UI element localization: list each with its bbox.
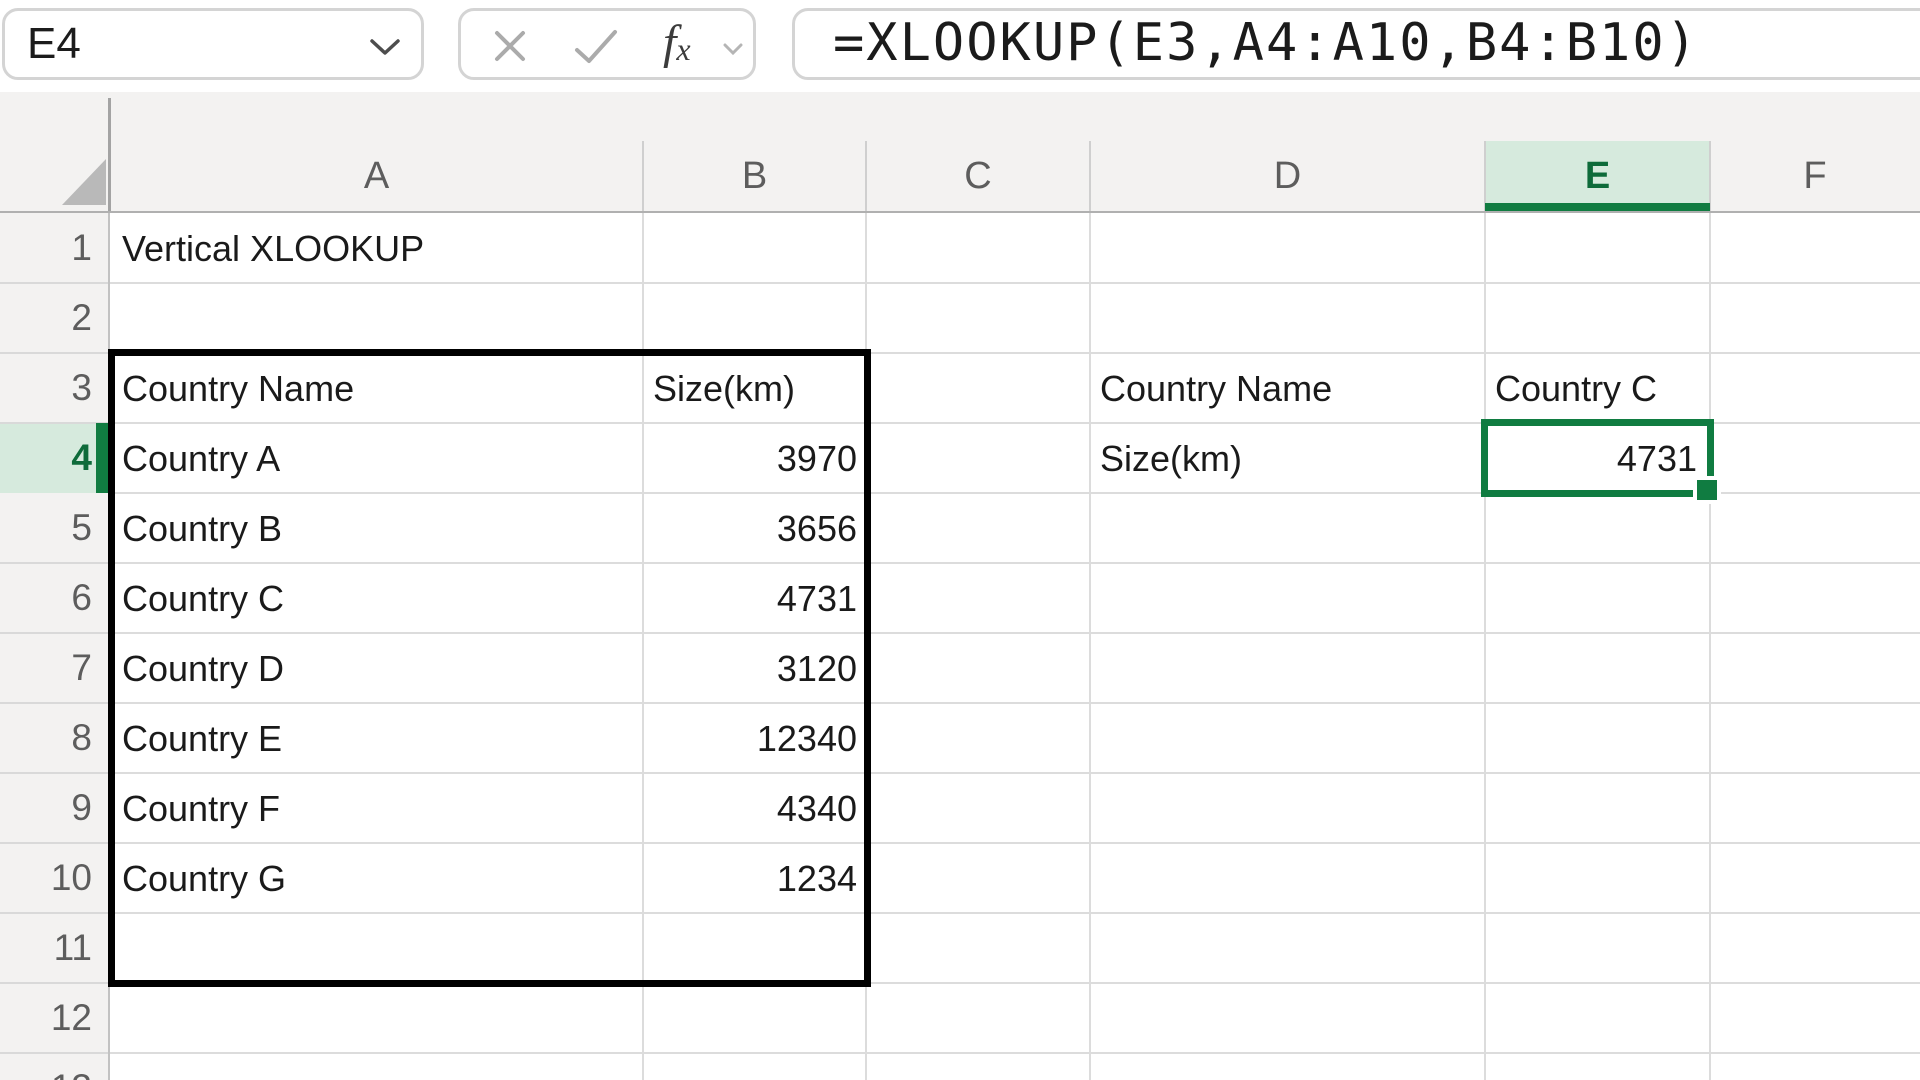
cancel-icon[interactable] — [491, 27, 529, 65]
gridline — [0, 912, 1920, 914]
cell-b7[interactable]: 3120 — [643, 633, 857, 703]
select-all-triangle[interactable] — [62, 159, 106, 205]
column-header-c[interactable]: C — [866, 141, 1090, 211]
gridline — [865, 213, 867, 1080]
column-header-b[interactable]: B — [643, 141, 866, 211]
cell-a3[interactable]: Country Name — [122, 353, 354, 423]
row-header-6[interactable]: 6 — [0, 563, 92, 633]
gridline — [0, 842, 1920, 844]
row-header-12[interactable]: 12 — [0, 983, 92, 1053]
cell-b9[interactable]: 4340 — [643, 773, 857, 843]
cell-b6[interactable]: 4731 — [643, 563, 857, 633]
formula-buttons: fx — [458, 8, 756, 80]
cell-a6[interactable]: Country C — [122, 563, 284, 633]
fill-handle[interactable] — [1693, 476, 1721, 504]
row-header-11[interactable]: 11 — [0, 913, 92, 983]
row-header-10[interactable]: 10 — [0, 843, 92, 913]
header-separator — [1484, 141, 1486, 211]
formula-bar-input[interactable]: =XLOOKUP(E3,A4:A10,B4:B10) — [792, 8, 1920, 80]
header-separator — [865, 141, 867, 211]
row-header-4[interactable]: 4 — [0, 423, 92, 493]
active-cell-selection[interactable] — [1481, 419, 1714, 497]
gridline — [0, 632, 1920, 634]
name-box[interactable]: E4 — [2, 8, 424, 80]
spreadsheet-grid: 1 2 3 4 5 6 7 8 9 10 11 12 13 Vertical X… — [0, 213, 1920, 1080]
name-box-value: E4 — [27, 11, 81, 77]
column-header-e[interactable]: E — [1485, 141, 1710, 211]
formula-text: =XLOOKUP(E3,A4:A10,B4:B10) — [833, 11, 1699, 75]
column-header-d[interactable]: D — [1090, 141, 1485, 211]
cell-b3[interactable]: Size(km) — [653, 353, 795, 423]
formula-toolbar: E4 fx =XLOOKUP(E3,A4:A10,B4:B10) — [0, 0, 1920, 92]
row-header-9[interactable]: 9 — [0, 773, 92, 843]
row-header-1[interactable]: 1 — [0, 213, 92, 283]
cell-d4[interactable]: Size(km) — [1100, 423, 1242, 493]
cell-e3[interactable]: Country C — [1495, 353, 1657, 423]
row-header-divider — [108, 98, 111, 211]
active-row-bar — [96, 423, 108, 493]
cell-b5[interactable]: 3656 — [643, 493, 857, 563]
gridline — [0, 1052, 1920, 1054]
row-header-8[interactable]: 8 — [0, 703, 92, 773]
row-header-5[interactable]: 5 — [0, 493, 92, 563]
cell-a7[interactable]: Country D — [122, 633, 284, 703]
enter-check-icon[interactable] — [573, 29, 619, 65]
gridline — [1484, 213, 1486, 1080]
gridline — [0, 562, 1920, 564]
row-header-3[interactable]: 3 — [0, 353, 92, 423]
chevron-down-icon[interactable] — [369, 39, 401, 57]
header-separator — [1089, 141, 1091, 211]
cell-a8[interactable]: Country E — [122, 703, 282, 773]
gridline — [0, 982, 1920, 984]
gridline — [1709, 213, 1711, 1080]
cell-b8[interactable]: 12340 — [643, 703, 857, 773]
gridline — [1089, 213, 1091, 1080]
column-header-f[interactable]: F — [1710, 141, 1920, 211]
cell-b10[interactable]: 1234 — [643, 843, 857, 913]
cell-a9[interactable]: Country F — [122, 773, 280, 843]
cell-b4[interactable]: 3970 — [643, 423, 857, 493]
cell-a10[interactable]: Country G — [122, 843, 286, 913]
row-header-7[interactable]: 7 — [0, 633, 92, 703]
row-header-column: 1 2 3 4 5 6 7 8 9 10 11 12 13 — [0, 213, 110, 1080]
gridline — [0, 772, 1920, 774]
gridline — [0, 702, 1920, 704]
cell-a5[interactable]: Country B — [122, 493, 282, 563]
header-separator — [1709, 141, 1711, 211]
active-column-underline — [1485, 203, 1710, 211]
row-header-13[interactable]: 13 — [0, 1053, 92, 1080]
cell-d3[interactable]: Country Name — [1100, 353, 1332, 423]
row-header-2[interactable]: 2 — [0, 283, 92, 353]
cell-a4[interactable]: Country A — [122, 423, 280, 493]
insert-function-button[interactable]: fx — [663, 11, 691, 86]
column-header-a[interactable]: A — [110, 141, 643, 211]
column-header-band: A B C D E F — [0, 92, 1920, 213]
header-separator — [642, 141, 644, 211]
fx-chevron-down-icon[interactable] — [723, 43, 743, 57]
cell-a1[interactable]: Vertical XLOOKUP — [122, 213, 424, 283]
